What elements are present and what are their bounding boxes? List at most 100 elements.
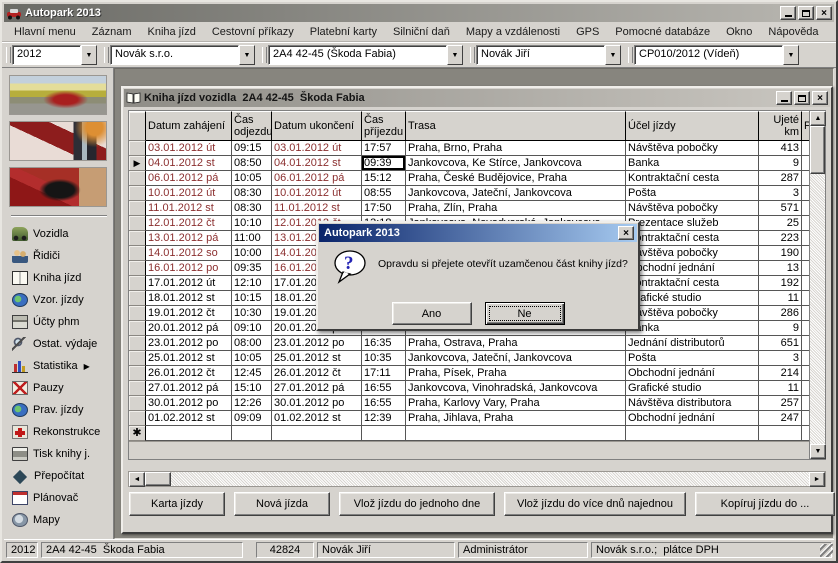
cell-purpose[interactable]: Grafické studio <box>626 291 759 306</box>
toolbar-combo[interactable]: 2012 ▼ <box>5 45 97 65</box>
cell-purpose[interactable]: Prezentace služeb <box>626 216 759 231</box>
cell-departure-time[interactable]: 10:30 <box>232 306 272 321</box>
cell-start-date[interactable]: 03.01.2012 út <box>146 141 232 156</box>
menu-item[interactable]: Mapy a vzdálenosti <box>458 24 568 40</box>
row-selector[interactable] <box>129 396 146 411</box>
cell-arrival-time[interactable]: 16:55 <box>362 381 406 396</box>
row-selector[interactable] <box>129 276 146 291</box>
toolbar-combo[interactable]: 2A4 42-45 (Škoda Fabia) ▼ <box>261 45 463 65</box>
cell-purpose[interactable]: Jednání distributorů <box>626 336 759 351</box>
sidebar-item[interactable]: Pauzy <box>9 377 109 399</box>
cell-km[interactable]: 192 <box>759 276 802 291</box>
cell-arrival-time[interactable]: 12:39 <box>362 411 406 426</box>
clipped-column-header[interactable]: P <box>802 111 809 141</box>
logbook-minimize-button[interactable] <box>776 91 792 105</box>
cell-route[interactable]: Jankovcova, Jateční, Jankovcova <box>406 351 626 366</box>
cell-arrival-time[interactable]: 08:55 <box>362 186 406 201</box>
cell-km[interactable]: 651 <box>759 336 802 351</box>
cell-departure-time[interactable]: 09:09 <box>232 411 272 426</box>
cell-km[interactable]: 9 <box>759 156 802 171</box>
cell-start-date[interactable]: 13.01.2012 pá <box>146 231 232 246</box>
cell-start-date[interactable]: 14.01.2012 so <box>146 246 232 261</box>
table-row[interactable]: 03.01.2012 út 09:15 03.01.2012 út 17:57 … <box>129 141 809 156</box>
cell-route[interactable]: Jankovcova, Ke Stírce, Jankovcova <box>406 156 626 171</box>
cell-purpose[interactable]: Kontraktační cesta <box>626 276 759 291</box>
cell-start-date[interactable]: 16.01.2012 po <box>146 261 232 276</box>
cell-km[interactable]: 13 <box>759 261 802 276</box>
horizontal-scroll-thumb[interactable] <box>145 472 171 486</box>
combo-dropdown-button[interactable]: ▼ <box>447 45 463 65</box>
cell-purpose[interactable]: Návštěva distributora <box>626 396 759 411</box>
logbook-close-button[interactable]: × <box>812 91 828 105</box>
cell-start-date[interactable]: 17.01.2012 út <box>146 276 232 291</box>
row-selector[interactable] <box>129 411 146 426</box>
sidebar-item[interactable]: Kniha jízd <box>9 267 109 289</box>
column-header[interactable]: Čas příjezdu <box>362 111 406 141</box>
sidebar-item[interactable]: Účty phm <box>9 311 109 333</box>
cell-arrival-time[interactable]: 15:12 <box>362 171 406 186</box>
cell-route[interactable]: Praha, České Budějovice, Praha <box>406 171 626 186</box>
menu-item[interactable]: Pomocné databáze <box>607 24 718 40</box>
sidebar-item[interactable]: Ostat. výdaje <box>9 333 109 355</box>
row-selector[interactable] <box>129 306 146 321</box>
sidebar-item[interactable]: Plánovač <box>9 487 109 509</box>
cell-start-date[interactable]: 10.01.2012 út <box>146 186 232 201</box>
new-record-icon[interactable]: ✱ <box>129 426 146 441</box>
table-row[interactable]: 26.01.2012 čt 12:45 26.01.2012 čt 17:11 … <box>129 366 809 381</box>
cell-end-date[interactable]: 04.01.2012 st <box>272 156 362 171</box>
toolbar-combo[interactable]: Novák s.r.o. ▼ <box>103 45 255 65</box>
cell-start-date[interactable]: 20.01.2012 pá <box>146 321 232 336</box>
cell-start-date[interactable]: 12.01.2012 čt <box>146 216 232 231</box>
combo-value[interactable]: CP010/2012 (Vídeň) <box>634 45 783 65</box>
column-header[interactable]: Datum zahájení <box>146 111 232 141</box>
cell-purpose[interactable]: Grafické studio <box>626 381 759 396</box>
table-row[interactable]: 06.01.2012 pá 10:05 06.01.2012 pá 15:12 … <box>129 171 809 186</box>
cell-departure-time[interactable]: 09:15 <box>232 141 272 156</box>
cell-km[interactable]: 286 <box>759 306 802 321</box>
action-button[interactable]: Karta jízdy <box>129 492 225 516</box>
action-button[interactable]: Vlož jízdu do jednoho dne <box>339 492 495 516</box>
combo-dropdown-button[interactable]: ▼ <box>783 45 799 65</box>
menu-item[interactable]: Kniha jízd <box>140 24 204 40</box>
menu-item[interactable]: Silniční daň <box>385 24 458 40</box>
cell-start-date[interactable]: 30.01.2012 po <box>146 396 232 411</box>
column-header[interactable]: Ujeté km <box>759 111 802 141</box>
cell-arrival-time[interactable]: 16:35 <box>362 336 406 351</box>
menu-item[interactable]: Záznam <box>84 24 140 40</box>
horizontal-scrollbar[interactable]: ◄ ► <box>128 471 826 487</box>
cell-end-date[interactable]: 23.01.2012 po <box>272 336 362 351</box>
sidebar-item[interactable]: Přepočítat <box>9 465 109 487</box>
action-button[interactable]: Vlož jízdu do více dnů najednou <box>504 492 686 516</box>
row-selector[interactable] <box>129 261 146 276</box>
combo-dropdown-button[interactable]: ▼ <box>239 45 255 65</box>
cell-end-date[interactable]: 06.01.2012 pá <box>272 171 362 186</box>
cell-start-date[interactable]: 19.01.2012 čt <box>146 306 232 321</box>
cell-start-date[interactable]: 18.01.2012 st <box>146 291 232 306</box>
no-button[interactable]: Ne <box>485 302 565 325</box>
cell-km[interactable]: 3 <box>759 186 802 201</box>
cell-departure-time[interactable]: 08:50 <box>232 156 272 171</box>
cell-start-date[interactable]: 27.01.2012 pá <box>146 381 232 396</box>
cell-km[interactable]: 11 <box>759 381 802 396</box>
menu-item[interactable]: Hlavní menu <box>6 24 84 40</box>
cell-km[interactable]: 257 <box>759 396 802 411</box>
cell-start-date[interactable]: 26.01.2012 čt <box>146 366 232 381</box>
toolbar-combo[interactable]: CP010/2012 (Vídeň) ▼ <box>627 45 799 65</box>
cell-purpose[interactable]: Obchodní jednání <box>626 366 759 381</box>
cell-km[interactable]: 9 <box>759 321 802 336</box>
main-title-bar[interactable]: Autopark 2013 × <box>4 4 834 22</box>
combo-dropdown-button[interactable]: ▼ <box>605 45 621 65</box>
dialog-close-button[interactable]: × <box>618 226 634 240</box>
cell-purpose[interactable]: Kontraktační cesta <box>626 171 759 186</box>
cell-arrival-time[interactable]: 10:35 <box>362 351 406 366</box>
cell-start-date[interactable]: 06.01.2012 pá <box>146 171 232 186</box>
table-row[interactable]: ▶ 04.01.2012 st 08:50 04.01.2012 st 09:3… <box>129 156 809 171</box>
cell-purpose[interactable]: Kontraktační cesta <box>626 231 759 246</box>
cell-route[interactable]: Praha, Ostrava, Praha <box>406 336 626 351</box>
cell-route[interactable]: Praha, Brno, Praha <box>406 141 626 156</box>
dialog-title-bar[interactable]: Autopark 2013 × <box>319 224 637 242</box>
cell-departure-time[interactable]: 10:10 <box>232 216 272 231</box>
cell-arrival-time[interactable]: 17:57 <box>362 141 406 156</box>
sidebar-item[interactable]: Statistika ▶ <box>9 355 109 377</box>
menu-item[interactable]: GPS <box>568 24 607 40</box>
